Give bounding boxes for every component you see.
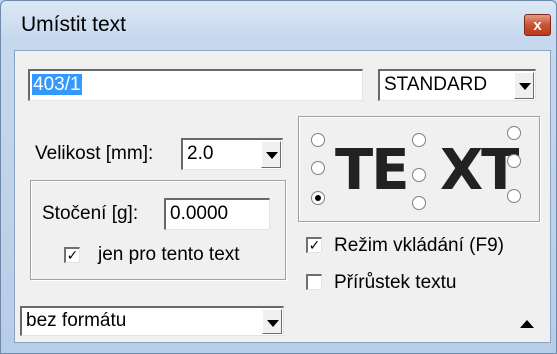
rotation-value: 0.0000 [170,203,229,224]
rotation-input[interactable]: 0.0000 [164,198,270,230]
style-select[interactable]: STANDARD [378,69,536,101]
alignment-preview-te: TE [335,138,409,203]
only-this-text-checkbox[interactable]: ✓ [64,247,80,263]
align-top-right-radio[interactable] [507,126,521,140]
align-bottom-right-radio[interactable] [507,189,521,203]
text-input[interactable]: 403/1 [28,69,363,101]
chevron-down-icon[interactable] [262,309,282,334]
size-value: 2.0 [187,143,214,164]
only-this-text-label: jen pro tento text [98,244,240,265]
align-bottom-left-radio[interactable] [311,191,325,205]
align-top-center-radio[interactable] [412,133,426,147]
style-select-value: STANDARD [384,74,488,95]
align-top-left-radio[interactable] [311,133,325,147]
format-select-value: bez formátu [26,310,127,331]
insert-mode-checkbox[interactable]: ✓ [306,237,322,253]
size-select[interactable]: 2.0 [181,138,283,170]
text-increment-label: Přírůstek textu [334,272,457,293]
rotation-label: Stočení [g]: [42,203,139,224]
close-icon: x [533,17,542,34]
align-bottom-center-radio[interactable] [412,196,426,210]
align-middle-right-radio[interactable] [507,154,521,168]
text-input-value: 403/1 [32,74,82,95]
align-middle-center-radio[interactable] [412,168,426,182]
collapse-up-arrow-icon[interactable] [520,320,534,328]
chevron-down-icon[interactable] [514,72,534,99]
alignment-preview-xt: XT [440,138,519,203]
text-increment-checkbox[interactable] [306,274,322,290]
window-title: Umístit text [21,13,127,36]
chevron-down-icon[interactable] [261,141,281,168]
size-label: Velikost [mm]: [35,143,154,164]
format-select[interactable]: bez formátu [20,306,284,336]
align-middle-left-radio[interactable] [311,161,325,175]
close-button[interactable]: x [524,14,551,36]
insert-mode-label: Režim vkládání (F9) [334,235,504,256]
